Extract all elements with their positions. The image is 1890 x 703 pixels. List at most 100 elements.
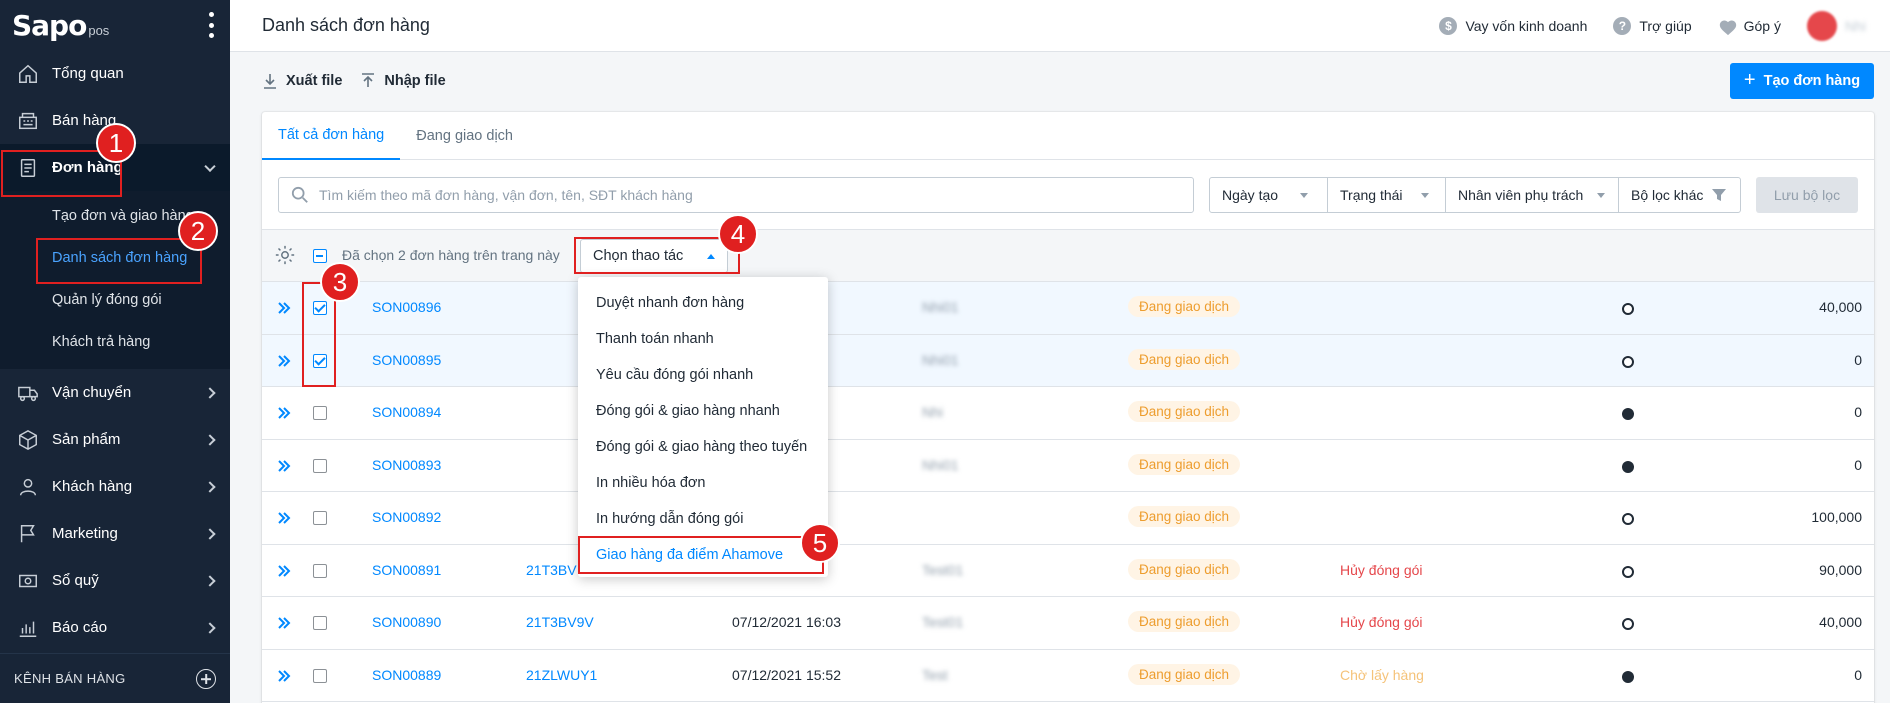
submenu-packing[interactable]: Quản lý đóng gói	[0, 279, 230, 321]
action-quick-pay[interactable]: Thanh toán nhanh	[578, 321, 828, 357]
chevron-right-icon	[204, 574, 216, 587]
expand-row-icon[interactable]	[276, 458, 292, 474]
truck-icon	[16, 381, 40, 405]
expand-row-icon[interactable]	[276, 563, 292, 579]
expand-row-icon[interactable]	[276, 353, 292, 369]
row-checkbox[interactable]	[313, 458, 327, 473]
customer-name: Test	[922, 666, 948, 683]
save-filter-button[interactable]: Lưu bộ lọc	[1756, 177, 1858, 213]
order-code-link[interactable]: SON00891	[372, 562, 441, 578]
page-title: Danh sách đơn hàng	[262, 15, 430, 35]
row-checkbox[interactable]	[313, 563, 327, 578]
export-button[interactable]: Xuất file	[262, 73, 342, 89]
order-code-link[interactable]: SON00896	[372, 299, 441, 315]
shipment-code-link[interactable]: 21ZLWUY1	[526, 667, 597, 683]
filter-created-date-label: Ngày tạo	[1222, 187, 1279, 203]
expand-row-icon[interactable]	[276, 300, 292, 316]
caret-down-icon	[1597, 192, 1606, 198]
row-checkbox[interactable]	[313, 668, 327, 683]
filter-created-date[interactable]: Ngày tạo	[1210, 178, 1328, 212]
order-amount: 0	[1854, 351, 1862, 368]
table-row[interactable]: SON0089512Nhi01Đang giao dịch0	[262, 334, 1874, 387]
action-pack-ship-route[interactable]: Đóng gói & giao hàng theo tuyến	[578, 429, 828, 465]
order-code-link[interactable]: SON00893	[372, 457, 441, 473]
status-badge: Đang giao dịch	[1128, 663, 1241, 685]
sidebar-item-shipping[interactable]: Vận chuyển	[0, 369, 230, 416]
shipping-status: Hủy đóng gói	[1340, 614, 1423, 630]
filter-status[interactable]: Trạng thái	[1328, 178, 1446, 212]
create-order-label: Tạo đơn hàng	[1763, 73, 1861, 89]
order-table: SON0089653Nhi01Đang giao dịch40,000SON00…	[262, 282, 1874, 702]
status-badge: Đang giao dịch	[1128, 453, 1241, 475]
feedback-link[interactable]: Góp ý	[1718, 18, 1781, 36]
create-order-button[interactable]: + Tạo đơn hàng	[1730, 63, 1874, 99]
order-code-link[interactable]: SON00892	[372, 509, 441, 525]
table-row[interactable]: SON0089653Nhi01Đang giao dịch40,000	[262, 282, 1874, 335]
sales-channels-label: KÊNH BÁN HÀNG	[14, 671, 126, 686]
submenu-returns[interactable]: Khách trả hàng	[0, 321, 230, 363]
tab-all-orders[interactable]: Tất cả đơn hàng	[262, 112, 401, 160]
sidebar-item-cashbook[interactable]: Sổ quỹ	[0, 557, 230, 604]
expand-row-icon[interactable]	[276, 615, 292, 631]
filter-staff[interactable]: Nhân viên phụ trách	[1446, 178, 1619, 212]
row-checkbox[interactable]	[313, 616, 327, 630]
action-quick-approve[interactable]: Duyệt nhanh đơn hàng	[578, 285, 828, 321]
table-row[interactable]: SON0089251Đang giao dịch100,000	[262, 492, 1874, 545]
action-request-packing[interactable]: Yêu cầu đóng gói nhanh	[578, 357, 828, 393]
customer-name: Nhi01	[922, 299, 959, 315]
user-menu[interactable]: Nhi	[1806, 11, 1866, 41]
expand-row-icon[interactable]	[276, 510, 292, 526]
table-row[interactable]: SON0089308Nhi01Đang giao dịch0	[262, 440, 1874, 492]
logo[interactable]: Sapo	[12, 9, 87, 42]
order-code-link[interactable]: SON00894	[372, 404, 441, 420]
action-pack-ship[interactable]: Đóng gói & giao hàng nhanh	[578, 393, 828, 429]
sidebar-item-reports[interactable]: Báo cáo	[0, 604, 230, 651]
loan-link[interactable]: $ Vay vốn kinh doanh	[1439, 17, 1587, 35]
loan-label: Vay vốn kinh doanh	[1465, 18, 1588, 34]
action-print-packing[interactable]: In hướng dẫn đóng gói	[578, 501, 828, 537]
table-row[interactable]: SON00890 21T3BV9V 07/12/2021 16:03 Test01 Đa…	[262, 597, 1874, 650]
tab-in-progress[interactable]: Đang giao dịch	[400, 112, 529, 160]
order-code-link[interactable]: SON00889	[372, 667, 441, 683]
filter-other[interactable]: Bộ lọc khác	[1619, 178, 1740, 212]
sidebar-item-label: Sổ quỹ	[52, 572, 99, 589]
import-button[interactable]: Nhập file	[360, 73, 446, 89]
payment-status-dot	[1622, 618, 1634, 630]
help-link[interactable]: ? Trợ giúp	[1613, 17, 1692, 35]
sales-channels: KÊNH BÁN HÀNG	[0, 653, 230, 703]
sidebar-item-customers[interactable]: Khách hàng	[0, 463, 230, 510]
gear-icon[interactable]	[274, 244, 296, 266]
table-row[interactable]: SON0089121T3BV04Test01Đang giao dịchHủy …	[262, 545, 1874, 597]
heart-icon	[1718, 18, 1736, 36]
search-input[interactable]	[319, 186, 1179, 203]
top-actions: $ Vay vốn kinh doanh ? Trợ giúp Góp ý Nh…	[1439, 0, 1866, 52]
chevron-right-icon	[204, 621, 216, 634]
order-amount: 0	[1854, 404, 1862, 420]
row-checkbox[interactable]	[313, 511, 327, 525]
selected-count-text: Đã chọn 2 đơn hàng trên trang này	[342, 247, 560, 263]
sidebar-item-products[interactable]: Sản phẩm	[0, 416, 230, 463]
order-code-link[interactable]: SON00895	[372, 352, 441, 368]
table-row[interactable]: SON00889 21ZLWUY1 07/12/2021 15:52 Test Đang…	[262, 650, 1874, 702]
sidebar-item-label: Tổng quan	[52, 65, 124, 82]
order-code-link[interactable]: SON00890	[372, 614, 441, 630]
sidebar: Sapo pos Tổng quan Bán hàng Đơn hàng Tạo…	[0, 0, 230, 703]
shipment-code-link[interactable]: 21T3BV9V	[526, 614, 594, 630]
row-checkbox[interactable]	[313, 406, 327, 420]
import-label: Nhập file	[384, 73, 446, 89]
expand-row-icon[interactable]	[276, 405, 292, 421]
add-channel-icon[interactable]	[196, 669, 216, 689]
shipment-code-link[interactable]: 21T3BV	[526, 562, 577, 578]
action-print-invoices[interactable]: In nhiều hóa đơn	[578, 465, 828, 501]
sidebar-item-marketing[interactable]: Marketing	[0, 510, 230, 557]
chevron-right-icon	[204, 386, 216, 399]
status-badge: Đang giao dịch	[1128, 506, 1241, 527]
plus-icon: +	[1743, 68, 1756, 91]
expand-row-icon[interactable]	[276, 668, 292, 684]
order-date: 07/12/2021 15:52	[732, 666, 841, 683]
table-row[interactable]: SON0089408NhiĐang giao dịch0	[262, 387, 1874, 440]
kebab-menu-icon[interactable]	[208, 12, 214, 38]
search-box[interactable]	[278, 176, 1194, 213]
sidebar-item-overview[interactable]: Tổng quan	[0, 50, 230, 97]
select-all-checkbox[interactable]	[313, 249, 327, 263]
